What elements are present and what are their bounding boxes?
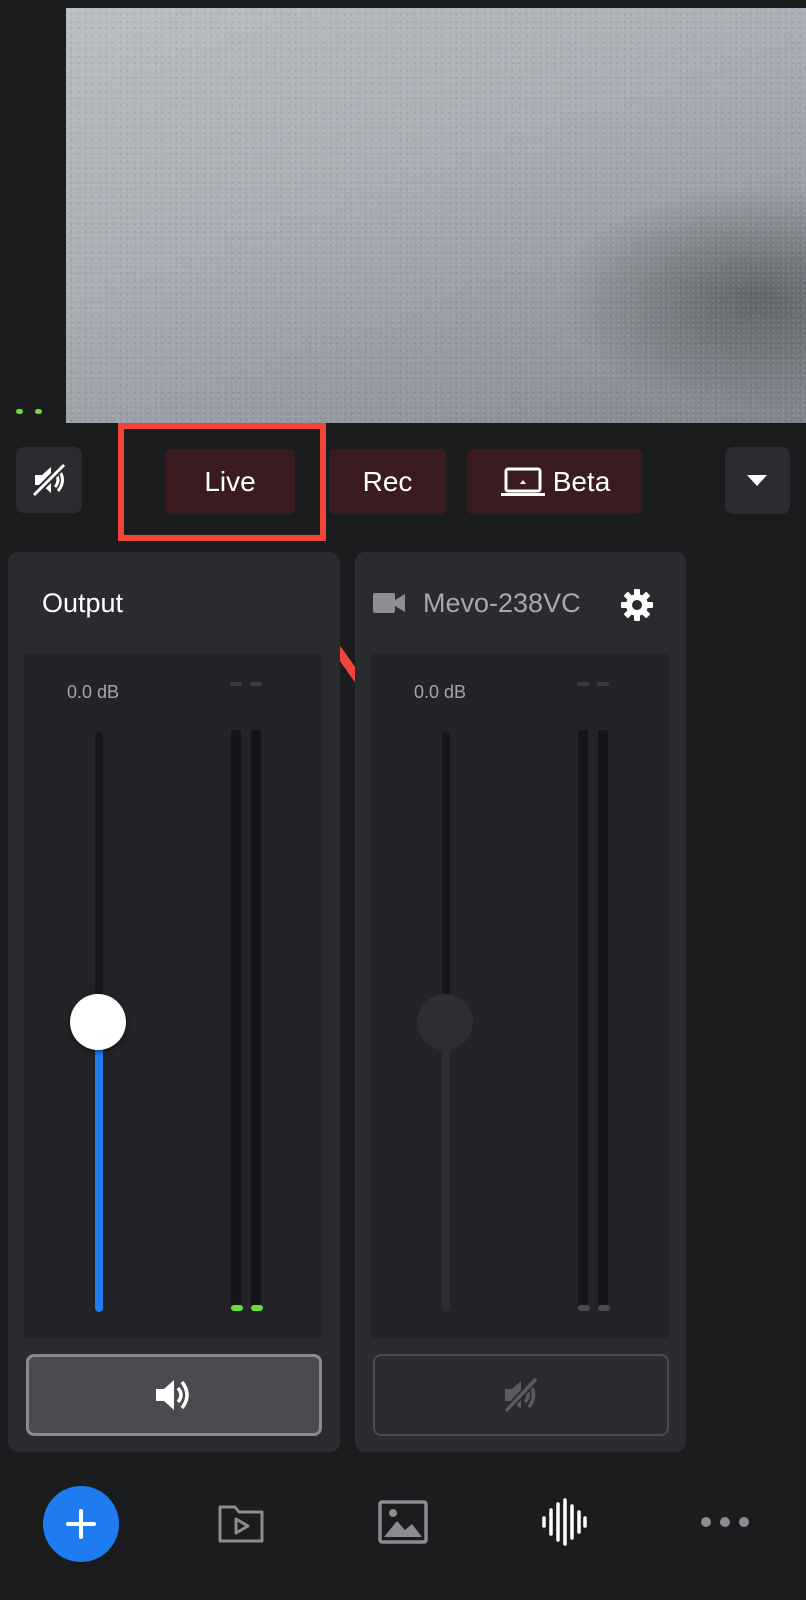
meter-peak-right bbox=[250, 682, 262, 686]
images-button[interactable] bbox=[376, 1497, 430, 1547]
fader-knob[interactable] bbox=[70, 994, 126, 1050]
fader-fill bbox=[95, 1020, 103, 1312]
meter-peak-right bbox=[597, 682, 609, 686]
panel-title: Output bbox=[42, 588, 124, 618]
meter-level-right bbox=[598, 1305, 610, 1311]
media-button[interactable] bbox=[216, 1498, 266, 1548]
folder-play-icon bbox=[218, 1505, 264, 1543]
panel-title: Mevo-238VC bbox=[423, 588, 581, 618]
meter-peak-left bbox=[230, 682, 242, 686]
image-icon bbox=[378, 1500, 428, 1544]
highlight-box bbox=[118, 423, 326, 541]
preview-meter-right bbox=[35, 409, 42, 414]
meter-left bbox=[578, 730, 588, 1310]
fader-fill bbox=[442, 1020, 450, 1312]
output-panel: Output 0.0 dB bbox=[8, 552, 340, 1452]
rec-button[interactable]: Rec bbox=[329, 449, 446, 514]
meter-level-left bbox=[231, 1305, 243, 1311]
dropdown-button[interactable] bbox=[725, 447, 790, 514]
more-icon bbox=[701, 1517, 749, 1527]
mevo-panel: Mevo-238VC 0.0 dB bbox=[355, 552, 686, 1452]
add-button[interactable] bbox=[43, 1486, 119, 1562]
speaker-icon bbox=[156, 1380, 189, 1410]
db-readout: 0.0 dB bbox=[414, 682, 467, 702]
preview-meter-left bbox=[16, 409, 23, 414]
mute-all-button[interactable] bbox=[16, 447, 82, 513]
waveform-icon bbox=[542, 1498, 587, 1546]
rec-label: Rec bbox=[362, 465, 413, 497]
laptop-icon bbox=[500, 467, 545, 496]
camera-preview[interactable] bbox=[66, 8, 806, 423]
meter-level-right bbox=[251, 1305, 263, 1311]
meter-right bbox=[598, 730, 608, 1310]
beta-button[interactable]: Beta bbox=[467, 449, 642, 514]
meter-level-left bbox=[578, 1305, 590, 1311]
audio-button[interactable] bbox=[538, 1497, 590, 1547]
fader-knob[interactable] bbox=[417, 994, 473, 1050]
audio-muted-icon bbox=[31, 462, 67, 498]
chevron-down-icon bbox=[747, 475, 767, 486]
beta-label: Beta bbox=[552, 465, 611, 497]
fader-area: 0.0 dB bbox=[24, 654, 322, 1338]
more-button[interactable] bbox=[698, 1512, 752, 1532]
gear-icon[interactable] bbox=[619, 587, 655, 623]
meter-left bbox=[231, 730, 241, 1310]
meter-peak-left bbox=[577, 682, 589, 686]
plus-icon bbox=[66, 1509, 96, 1539]
audio-muted-icon bbox=[503, 1376, 539, 1414]
output-speaker-button[interactable] bbox=[26, 1354, 322, 1436]
mevo-mute-button[interactable] bbox=[373, 1354, 669, 1436]
camera-icon bbox=[373, 593, 405, 613]
meter-right bbox=[251, 730, 261, 1310]
db-readout: 0.0 dB bbox=[67, 682, 120, 702]
fader-area: 0.0 dB bbox=[371, 654, 669, 1338]
